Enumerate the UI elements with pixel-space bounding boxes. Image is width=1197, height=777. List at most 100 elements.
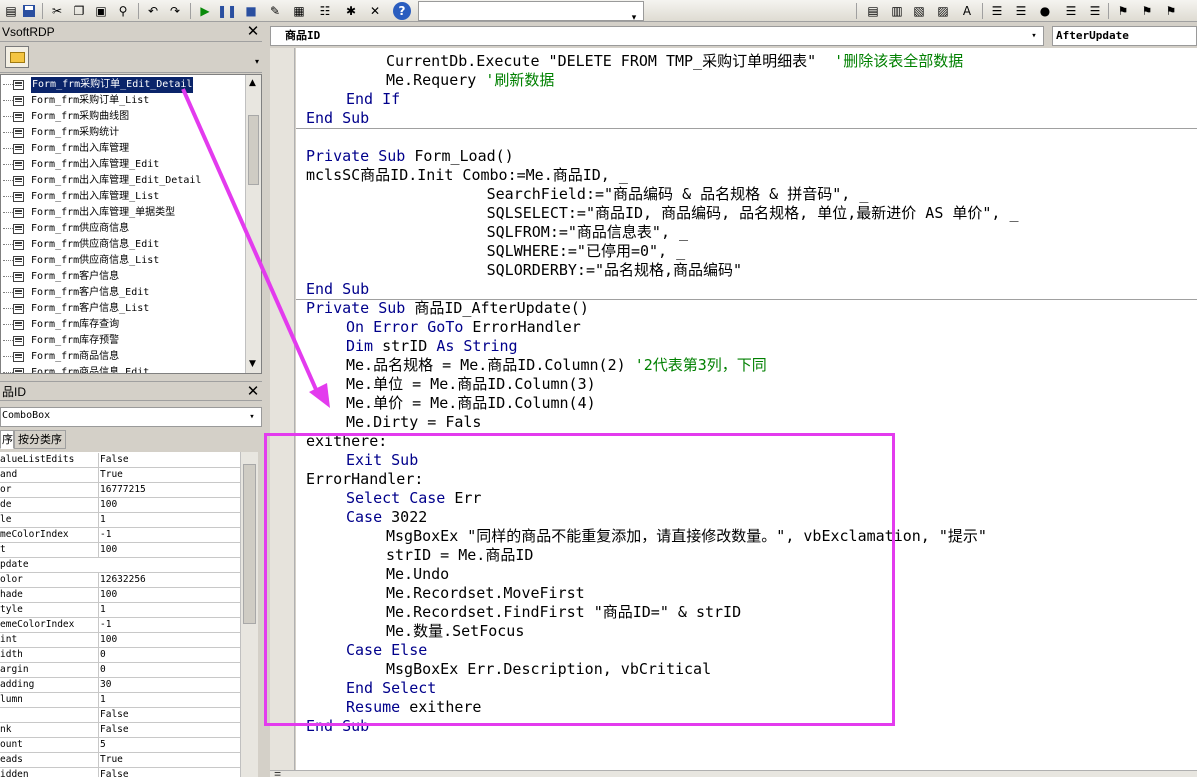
procedure-dropdown[interactable]: AfterUpdate [1052, 26, 1197, 46]
property-value[interactable]: 0 [98, 648, 240, 662]
tree-item[interactable]: Form_frm商品信息_Edit [1, 365, 245, 373]
code-line[interactable]: Private Sub 商品ID_AfterUpdate() [306, 299, 589, 318]
property-row[interactable]: idth 0 [0, 648, 240, 663]
property-row[interactable]: False [0, 708, 240, 723]
property-value[interactable]: 1 [98, 513, 240, 527]
property-value[interactable]: 16777215 [98, 483, 240, 497]
property-row[interactable]: emeColorIndex -1 [0, 618, 240, 633]
property-row[interactable]: olor 12632256 [0, 573, 240, 588]
save-icon[interactable] [20, 2, 38, 20]
property-row[interactable]: ount 5 [0, 738, 240, 753]
property-value[interactable]: 12632256 [98, 573, 240, 587]
scroll-down-icon[interactable]: ▼ [249, 359, 256, 369]
tree-item[interactable]: Form_frm采购曲线图 [1, 109, 245, 125]
properties-icon[interactable]: ☷ [316, 2, 334, 20]
tree-item[interactable]: Form_frm客户信息 [1, 269, 245, 285]
comment-block-icon[interactable]: ☰ [1062, 2, 1080, 20]
project-explorer-icon[interactable]: ▦ [290, 2, 308, 20]
property-row[interactable]: tyle 1 [0, 603, 240, 618]
property-scroll-thumb[interactable] [243, 464, 256, 624]
property-row[interactable]: pdate [0, 558, 240, 573]
code-line[interactable]: Me.单价 = Me.商品ID.Column(4) [346, 394, 596, 413]
view-toggle-icon[interactable]: ☰ [274, 771, 281, 777]
property-value[interactable]: 100 [98, 498, 240, 512]
pause-icon[interactable]: ❚❚ [217, 2, 237, 20]
run-icon[interactable]: ▶ [196, 2, 214, 20]
property-value[interactable]: 1 [98, 603, 240, 617]
close-properties-icon[interactable]: ✕ [245, 384, 261, 400]
property-row[interactable]: le 1 [0, 513, 240, 528]
property-value[interactable]: True [98, 468, 240, 482]
tree-item[interactable]: Form_frm采购订单_Edit_Detail [1, 77, 245, 93]
property-value[interactable]: 0 [98, 663, 240, 677]
tree-item[interactable]: Form_frm商品信息 [1, 349, 245, 365]
property-row[interactable]: or 16777215 [0, 483, 240, 498]
code-hscrollbar[interactable]: ☰ [270, 770, 1197, 777]
breakpoint-icon[interactable]: ● [1036, 2, 1054, 20]
code-line[interactable]: Private Sub Form_Load() [306, 147, 514, 166]
complete-word-icon[interactable]: A [958, 2, 976, 20]
quick-info-icon[interactable]: ▧ [910, 2, 928, 20]
property-row[interactable]: de 100 [0, 498, 240, 513]
property-row[interactable]: t 100 [0, 543, 240, 558]
property-row[interactable]: and True [0, 468, 240, 483]
project-tree[interactable]: Form_frm采购订单_Edit_Detail Form_frm采购订单_Lis… [0, 74, 262, 374]
property-value[interactable]: False [98, 723, 240, 737]
object-browser-icon[interactable]: ✱ [342, 2, 360, 20]
code-line[interactable]: Dim strID As String [346, 337, 518, 356]
indent-icon[interactable]: ☰ [988, 2, 1006, 20]
code-line[interactable]: Me.单位 = Me.商品ID.Column(3) [346, 375, 596, 394]
property-value[interactable]: -1 [98, 618, 240, 632]
tree-scroll-thumb[interactable] [248, 115, 259, 185]
tab-categorized[interactable]: 按分类序 [14, 430, 66, 449]
tree-scrollbar[interactable]: ▲ ▼ [245, 75, 261, 373]
tree-item[interactable]: Form_frm出入库管理_Edit_Detail [1, 173, 245, 189]
property-row[interactable]: meColorIndex -1 [0, 528, 240, 543]
uncomment-block-icon[interactable]: ☰ [1086, 2, 1104, 20]
code-line[interactable]: End Sub [306, 280, 369, 299]
property-value[interactable]: False [98, 453, 240, 467]
stop-icon[interactable]: ■ [242, 2, 260, 20]
property-row[interactable]: argin 0 [0, 663, 240, 678]
tree-item[interactable]: Form_frm采购订单_List [1, 93, 245, 109]
find-icon[interactable]: ⚲ [114, 2, 132, 20]
close-project-icon[interactable]: ✕ [245, 24, 261, 40]
code-line[interactable]: SQLWHERE:="已停用=0", _ [306, 242, 686, 261]
next-bookmark-icon[interactable]: ⚑ [1138, 2, 1156, 20]
toggle-bookmark-icon[interactable]: ⚑ [1114, 2, 1132, 20]
code-line[interactable]: Me.品名规格 = Me.商品ID.Column(2) '2代表第3列，下同 [346, 356, 767, 375]
toolbox-icon[interactable]: ✕ [366, 2, 384, 20]
code-line[interactable]: SQLSELECT:="商品ID, 商品编码, 品名规格, 单位,最新进价 AS… [306, 204, 1019, 223]
tree-item[interactable]: Form_frm供应商信息_List [1, 253, 245, 269]
tree-item[interactable]: Form_frm供应商信息 [1, 221, 245, 237]
tree-item[interactable]: Form_frm供应商信息_Edit [1, 237, 245, 253]
property-value[interactable]: False [98, 708, 240, 722]
access-icon[interactable]: ▤ [2, 2, 20, 20]
tree-item[interactable]: Form_frm客户信息_Edit [1, 285, 245, 301]
property-row[interactable]: lumn 1 [0, 693, 240, 708]
parameter-info-icon[interactable]: ▨ [934, 2, 952, 20]
property-value[interactable]: 30 [98, 678, 240, 692]
object-dropdown[interactable]: 商品ID ▾ [270, 26, 1044, 46]
list-properties-icon[interactable]: ▤ [864, 2, 882, 20]
list-constants-icon[interactable]: ▥ [888, 2, 906, 20]
code-line[interactable]: mclsSC商品ID.Init Combo:=Me.商品ID, _ [306, 166, 628, 185]
code-line[interactable]: On Error GoTo ErrorHandler [346, 318, 581, 337]
property-row[interactable]: idden False [0, 768, 240, 777]
property-value[interactable]: 1 [98, 693, 240, 707]
paste-icon[interactable]: ▣ [92, 2, 110, 20]
property-value[interactable]: 5 [98, 738, 240, 752]
redo-icon[interactable]: ↷ [166, 2, 184, 20]
copy-icon[interactable]: ❐ [70, 2, 88, 20]
prev-bookmark-icon[interactable]: ⚑ [1162, 2, 1180, 20]
property-value[interactable]: 100 [98, 588, 240, 602]
code-line[interactable]: End If [346, 90, 400, 109]
code-line[interactable]: Me.Dirty = Fals [346, 413, 481, 432]
code-line[interactable]: SearchField:="商品编码 & 品名规格 & 拼音码", _ [306, 185, 869, 204]
property-value[interactable]: 100 [98, 543, 240, 557]
help-icon[interactable]: ? [393, 2, 411, 20]
property-row[interactable]: hade 100 [0, 588, 240, 603]
toggle-folders-button[interactable] [5, 46, 29, 68]
property-row[interactable]: eads True [0, 753, 240, 768]
code-line[interactable]: End Sub [306, 109, 369, 128]
